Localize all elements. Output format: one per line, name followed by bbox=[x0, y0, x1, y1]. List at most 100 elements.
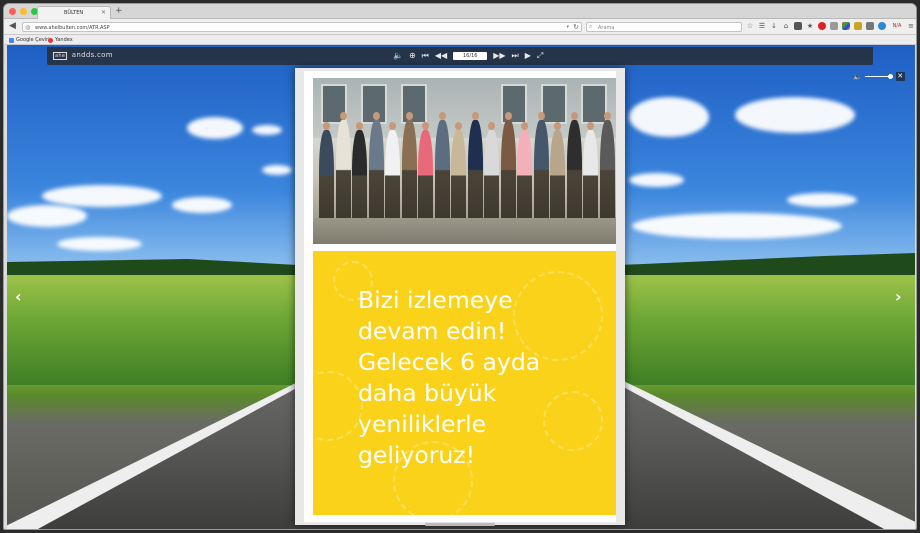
menu-extension-icon[interactable] bbox=[866, 22, 874, 30]
pin-icon[interactable]: ★ bbox=[806, 22, 814, 30]
next-arrow-icon[interactable]: › bbox=[895, 287, 902, 306]
person-head bbox=[471, 112, 479, 120]
person bbox=[484, 130, 499, 230]
reload-icon[interactable]: ↻ bbox=[573, 23, 579, 31]
site-logo[interactable]: ahe andds.com bbox=[53, 51, 113, 60]
window-controls bbox=[9, 8, 38, 15]
close-window-button[interactable] bbox=[9, 8, 16, 15]
person-head bbox=[438, 112, 446, 120]
person bbox=[451, 130, 466, 230]
person bbox=[401, 120, 417, 230]
home-icon[interactable]: ⌂ bbox=[782, 22, 790, 30]
last-page-icon[interactable]: ⏭ bbox=[512, 50, 519, 61]
person-head bbox=[587, 122, 594, 130]
cloud bbox=[632, 213, 842, 239]
person bbox=[352, 130, 367, 230]
person-head bbox=[389, 122, 396, 130]
bookmark-star-icon[interactable]: ☆ bbox=[746, 22, 754, 30]
cloud bbox=[252, 125, 282, 135]
page-curl[interactable] bbox=[425, 523, 495, 526]
flipbook-controls: 🔈 ⊕ ⏮ ◀◀ 16/16 ▶▶ ⏭ ▶ ⤢ bbox=[393, 50, 543, 61]
cloud bbox=[629, 97, 709, 137]
chevron-down-icon[interactable]: ▾ bbox=[566, 24, 569, 30]
download-icon[interactable]: ↓ bbox=[770, 22, 778, 30]
team-photo bbox=[313, 78, 616, 244]
status-text: N/A bbox=[892, 23, 902, 29]
bookmark-yandex[interactable]: Yandex bbox=[48, 37, 73, 43]
new-tab-button[interactable]: + bbox=[115, 6, 123, 16]
notes-icon[interactable] bbox=[854, 22, 862, 30]
person bbox=[533, 120, 549, 230]
back-button[interactable]: ◀ bbox=[9, 21, 16, 32]
bookmarks-bar: Google Çeviri Yandex bbox=[4, 35, 916, 45]
active-tab[interactable]: BÜLTEN ✕ bbox=[37, 6, 111, 19]
person bbox=[319, 130, 334, 230]
close-tab-icon[interactable]: ✕ bbox=[101, 9, 106, 16]
person-head bbox=[339, 112, 347, 120]
yandex-icon bbox=[48, 37, 53, 43]
person bbox=[467, 120, 483, 230]
tab-bar: BÜLTEN ✕ + bbox=[4, 4, 916, 19]
translate-bookmark-icon bbox=[9, 37, 14, 43]
next-page-icon[interactable]: ▶▶ bbox=[493, 50, 505, 61]
book-page[interactable]: Bizi izlemeye devam edin! Gelecek 6 ayda… bbox=[295, 68, 625, 526]
person bbox=[368, 120, 384, 230]
person bbox=[500, 120, 516, 230]
search-placeholder: Arama bbox=[598, 25, 615, 31]
url-bar[interactable]: ◍ www.ahelbulten.com/ATR.ASP ▾ ↻ bbox=[22, 22, 582, 32]
window bbox=[401, 84, 427, 124]
search-input[interactable]: ⌕ Arama bbox=[586, 22, 742, 32]
volume-knob[interactable] bbox=[887, 74, 893, 79]
extension-icon[interactable] bbox=[794, 22, 802, 30]
url-text: www.ahelbulten.com/ATR.ASP bbox=[35, 25, 110, 31]
person bbox=[335, 120, 351, 230]
hamburger-menu-icon[interactable]: ≡ bbox=[908, 22, 914, 30]
person bbox=[418, 130, 433, 230]
bookmark-google-translate[interactable]: Google Çeviri bbox=[9, 37, 50, 43]
person-head bbox=[323, 122, 330, 130]
navigation-bar: ◀ ◍ www.ahelbulten.com/ATR.ASP ▾ ↻ ⌕ Ara… bbox=[4, 19, 916, 35]
person-head bbox=[422, 122, 429, 130]
cloud bbox=[262, 165, 292, 175]
globe-icon: ◍ bbox=[25, 24, 31, 31]
prev-page-icon[interactable]: ◀◀ bbox=[435, 50, 447, 61]
play-icon[interactable]: ▶ bbox=[525, 50, 531, 61]
person-head bbox=[356, 122, 363, 130]
browser-toolbar: ☆ ☰ ↓ ⌂ ★ N/A ≡ bbox=[746, 22, 914, 30]
flipbook-viewer: ahe andds.com 🔈 ⊕ ⏮ ◀◀ 16/16 ▶▶ ⏭ ▶ ⤢ 🔈 … bbox=[7, 45, 915, 529]
message-panel: Bizi izlemeye devam edin! Gelecek 6 ayda… bbox=[313, 251, 616, 515]
bookmark-label: Google Çeviri bbox=[16, 37, 50, 43]
person-head bbox=[504, 112, 512, 120]
sync-icon[interactable] bbox=[830, 22, 838, 30]
logo-box: ahe bbox=[53, 52, 68, 60]
logo-text: andds.com bbox=[71, 51, 113, 59]
window bbox=[541, 84, 567, 124]
reading-list-icon[interactable]: ☰ bbox=[758, 22, 766, 30]
speaker-icon[interactable]: 🔈 bbox=[853, 73, 862, 81]
person-head bbox=[554, 122, 561, 130]
cloud bbox=[7, 205, 87, 227]
volume-slider[interactable] bbox=[864, 74, 893, 79]
close-icon[interactable]: ✕ bbox=[895, 72, 905, 81]
person-head bbox=[537, 112, 545, 120]
translate-icon[interactable] bbox=[878, 22, 886, 30]
person-head bbox=[455, 122, 462, 130]
volume-icon[interactable]: 🔈 bbox=[393, 50, 403, 61]
page-indicator-input[interactable]: 16/16 bbox=[453, 51, 488, 60]
person bbox=[583, 130, 598, 230]
apps-icon[interactable] bbox=[842, 22, 850, 30]
gear-pattern bbox=[313, 371, 363, 441]
prev-arrow-icon[interactable]: ‹ bbox=[15, 287, 22, 306]
minimize-window-button[interactable] bbox=[20, 8, 27, 15]
tab-title: BÜLTEN bbox=[64, 10, 84, 16]
person bbox=[434, 120, 450, 230]
person-head bbox=[521, 122, 528, 130]
bookmark-label: Yandex bbox=[55, 37, 73, 43]
fullscreen-icon[interactable]: ⤢ bbox=[537, 50, 543, 61]
zoom-icon[interactable]: ⊕ bbox=[409, 50, 416, 61]
adblock-icon[interactable] bbox=[818, 22, 826, 30]
message-text: Bizi izlemeye devam edin! Gelecek 6 ayda… bbox=[358, 286, 541, 469]
first-page-icon[interactable]: ⏮ bbox=[422, 50, 429, 61]
person-head bbox=[405, 112, 413, 120]
person bbox=[385, 130, 400, 230]
